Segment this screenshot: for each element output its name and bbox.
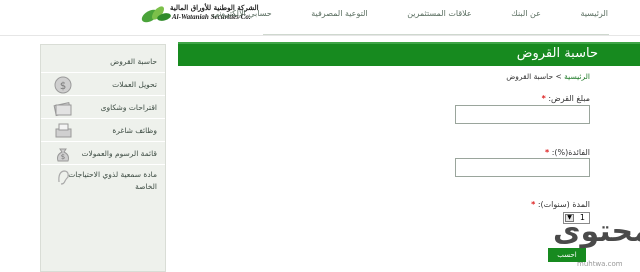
breadcrumb-separator: >	[553, 72, 565, 81]
sidebar-item-suggestions[interactable]: اقتراحات وشكاوى	[41, 97, 165, 119]
sidebar-item-label: حاسبة القروض	[110, 57, 157, 66]
nav-item-investors[interactable]: علاقات المستثمرين	[407, 9, 472, 18]
breadcrumb: الرئيسية > حاسبة القروض	[506, 72, 590, 81]
nav-divider	[263, 34, 609, 35]
nav-item-home[interactable]: الرئيسية	[580, 9, 608, 18]
sidebar-item-fees-list[interactable]: قائمة الرسوم والعمولات $	[41, 143, 165, 165]
nav-item-awareness[interactable]: التوعية المصرفية	[311, 9, 367, 18]
sidebar-item-currency-exchange[interactable]: تحويل العملات $	[41, 74, 165, 96]
watermark: محتوى muhtwa.com	[553, 212, 640, 272]
sidebar-item-label: تحويل العملات	[112, 80, 157, 89]
required-mark: *	[541, 94, 546, 103]
sidebar-item-label: وظائف شاغرة	[112, 126, 157, 135]
main-nav: الرئيسية عن البنك علاقات المستثمرين التو…	[213, 9, 608, 18]
sidebar-item-label: اقتراحات وشكاوى	[100, 103, 157, 112]
top-bar: الشركة الوطنية للأوراق المالية Al-Watani…	[0, 0, 640, 36]
breadcrumb-home-link[interactable]: الرئيسية	[564, 72, 590, 81]
nav-item-my-account[interactable]: حسابي الإلكتروني	[213, 9, 272, 18]
sidebar: حاسبة القروض تحويل العملات $ اقتراحات وش…	[40, 44, 166, 272]
leaf-logo-icon	[141, 6, 171, 23]
svg-text:$: $	[61, 153, 65, 161]
interest-input[interactable]	[455, 158, 590, 177]
cards-icon	[53, 102, 72, 117]
ear-icon	[58, 170, 69, 185]
sidebar-item-vacancies[interactable]: وظائف شاغرة	[41, 120, 165, 142]
svg-text:$: $	[60, 81, 66, 92]
required-mark: *	[531, 200, 536, 209]
required-mark: *	[544, 148, 550, 157]
sidebar-item-label: قائمة الرسوم والعمولات	[81, 149, 157, 158]
nav-item-about[interactable]: عن البنك	[511, 9, 541, 18]
loan-amount-label: مبلغ القرض: *	[541, 94, 590, 103]
duration-label: المدة (سنوات): *	[531, 200, 590, 209]
loan-amount-input[interactable]	[455, 105, 590, 124]
money-bag-icon: $	[57, 148, 69, 162]
page-title: حاسبة القروض	[516, 46, 598, 61]
watermark-url: muhtwa.com	[577, 260, 623, 268]
sidebar-item-loan-calculator[interactable]: حاسبة القروض	[41, 51, 165, 73]
breadcrumb-current: حاسبة القروض	[506, 72, 554, 81]
sidebar-item-audio-material[interactable]: مادة سمعية لذوي الاحتياجات الخاصة	[41, 166, 165, 200]
printer-icon	[55, 123, 72, 138]
interest-label: الفائدة(%): *	[544, 148, 590, 157]
page-header-bar: حاسبة القروض	[178, 42, 640, 66]
coin-icon: $	[54, 76, 72, 94]
watermark-word: محتوى	[553, 214, 640, 249]
